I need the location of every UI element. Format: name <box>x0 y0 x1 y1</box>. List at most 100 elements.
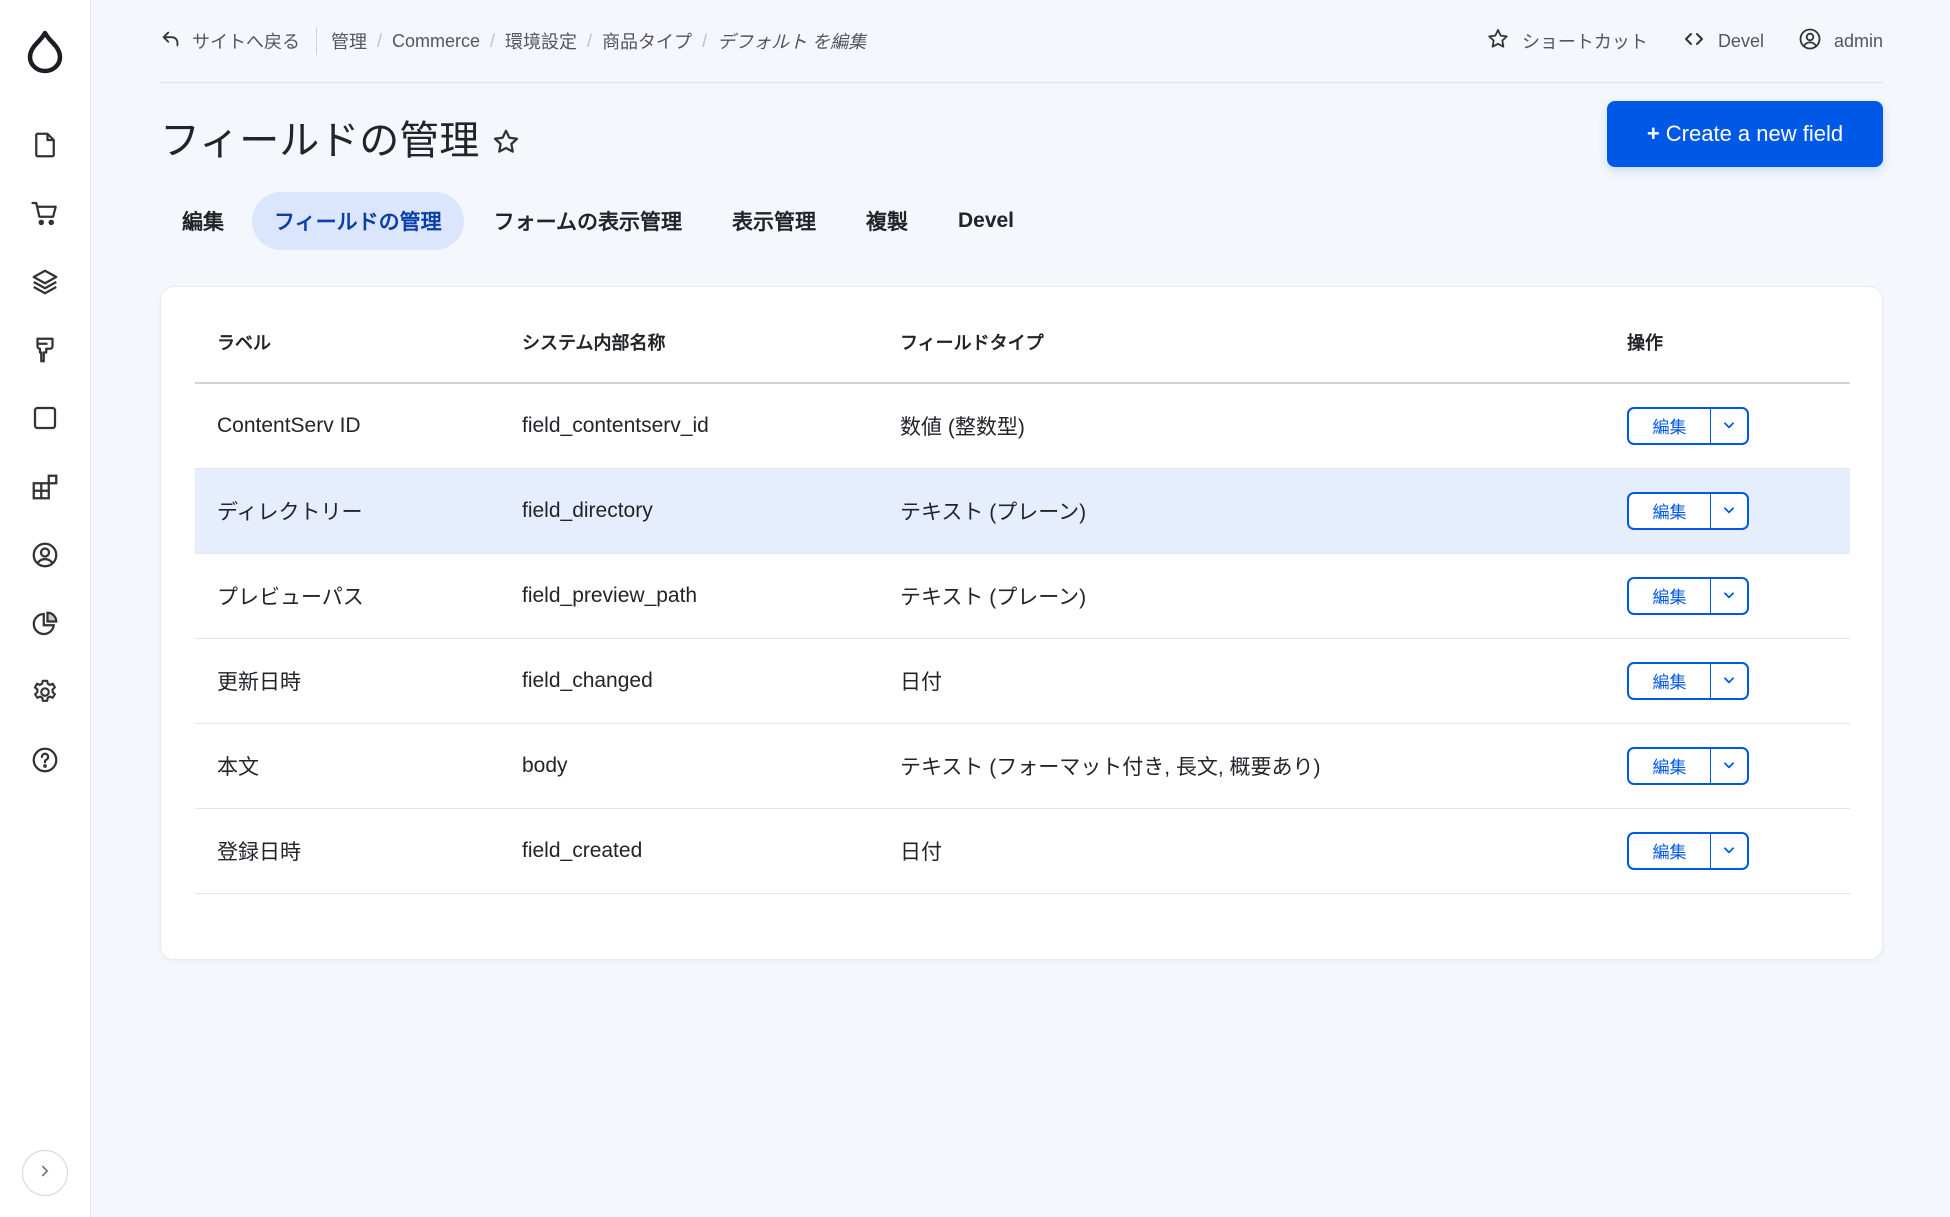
operations-dropbutton: 編集 <box>1627 491 1749 530</box>
plus-icon: + <box>1646 121 1660 146</box>
operations-cell: 編集 <box>1605 638 1850 724</box>
edit-button[interactable]: 編集 <box>1629 833 1711 868</box>
field-label: プレビューパス <box>195 553 500 639</box>
blocks-icon[interactable] <box>28 470 62 504</box>
field-type[interactable]: 日付 <box>878 808 1605 894</box>
add-shortcut-star-icon[interactable] <box>491 122 521 153</box>
page-title-text: フィールドの管理 <box>160 119 480 163</box>
help-icon[interactable] <box>28 743 62 777</box>
tab-manage-fields[interactable]: フィールドの管理 <box>252 192 464 250</box>
operations-cell: 編集 <box>1605 723 1850 809</box>
sidebar-expand-button[interactable] <box>22 1150 68 1196</box>
tab-clone[interactable]: 複製 <box>844 192 930 250</box>
chevron-down-icon <box>1722 499 1736 523</box>
code-icon <box>1682 27 1706 56</box>
cart-icon[interactable] <box>28 196 62 230</box>
field-label: 更新日時 <box>195 638 500 724</box>
operations-cell: 編集 <box>1605 553 1850 639</box>
field-machine-name: field_changed <box>500 638 878 724</box>
tab-devel[interactable]: Devel <box>936 192 1036 250</box>
table-row: ContentServ ID field_contentserv_id 数値 (… <box>195 383 1850 469</box>
pie-chart-icon[interactable] <box>28 607 62 641</box>
tab-manage-display[interactable]: 表示管理 <box>710 192 838 250</box>
user-menu[interactable]: admin <box>1798 27 1883 56</box>
field-type[interactable]: 日付 <box>878 638 1605 724</box>
user-circle-icon[interactable] <box>28 538 62 572</box>
field-label: 登録日時 <box>195 808 500 894</box>
devel-label: Devel <box>1717 30 1764 51</box>
breadcrumb-item[interactable]: 環境設定 <box>505 28 577 54</box>
table-row: 更新日時 field_changed 日付 編集 <box>195 638 1850 724</box>
chevron-down-icon <box>1722 414 1736 438</box>
top-right-menu: ショートカット Devel admin <box>1486 27 1883 56</box>
breadcrumb-current: デフォルト を編集 <box>717 32 867 52</box>
table-header-row: ラベル システム内部名称 フィールドタイプ 操作 <box>195 287 1850 384</box>
header-divider <box>160 82 1883 83</box>
fields-table: ラベル システム内部名称 フィールドタイプ 操作 ContentServ ID … <box>195 287 1850 894</box>
layers-icon[interactable] <box>28 265 62 299</box>
field-type[interactable]: 数値 (整数型) <box>878 383 1605 469</box>
field-label: ディレクトリー <box>195 468 500 554</box>
operations-toggle[interactable] <box>1711 409 1747 443</box>
header-operations: 操作 <box>1605 287 1850 384</box>
field-type[interactable]: テキスト (プレーン) <box>878 553 1605 639</box>
table-row: ディレクトリー field_directory テキスト (プレーン) 編集 <box>195 468 1850 554</box>
edit-button[interactable]: 編集 <box>1629 578 1711 613</box>
create-new-field-button[interactable]: + Create a new field <box>1607 101 1883 167</box>
breadcrumb: 管理 / Commerce / 環境設定 / 商品タイプ / デフォルト を編集 <box>331 28 866 54</box>
breadcrumb-item[interactable]: 商品タイプ <box>602 28 692 54</box>
divider <box>316 27 317 55</box>
devel-link[interactable]: Devel <box>1682 27 1764 56</box>
page-title: フィールドの管理 <box>160 108 521 166</box>
shortcuts-label: ショートカット <box>1521 32 1648 52</box>
edit-button[interactable]: 編集 <box>1629 748 1711 783</box>
breadcrumb-separator: / <box>490 30 496 51</box>
edit-button[interactable]: 編集 <box>1629 493 1711 528</box>
edit-button[interactable]: 編集 <box>1629 408 1711 443</box>
drupal-logo-icon[interactable] <box>27 30 63 74</box>
field-type[interactable]: テキスト (プレーン) <box>878 468 1605 554</box>
breadcrumb-item[interactable]: 管理 <box>331 28 367 54</box>
operations-cell: 編集 <box>1605 468 1850 554</box>
field-machine-name: body <box>500 723 878 809</box>
chevron-down-icon <box>1722 754 1736 778</box>
gear-icon[interactable] <box>28 675 62 709</box>
chevron-down-icon <box>1722 584 1736 608</box>
breadcrumb-item[interactable]: Commerce <box>392 31 480 52</box>
create-new-field-label: Create a new field <box>1665 121 1844 146</box>
star-icon <box>1486 27 1510 56</box>
chevron-right-icon <box>36 1162 54 1185</box>
operations-dropbutton: 編集 <box>1627 576 1749 615</box>
field-type[interactable]: テキスト (フォーマット付き, 長文, 概要あり) <box>878 723 1605 809</box>
shortcuts-link[interactable]: ショートカット <box>1486 27 1648 56</box>
table-row: 登録日時 field_created 日付 編集 <box>195 808 1850 894</box>
field-machine-name: field_directory <box>500 468 878 554</box>
square-icon[interactable] <box>28 401 62 435</box>
brush-icon[interactable] <box>28 333 62 367</box>
operations-toggle[interactable] <box>1711 834 1747 868</box>
edit-button[interactable]: 編集 <box>1629 663 1711 698</box>
operations-dropbutton: 編集 <box>1627 661 1749 700</box>
back-arrow-icon <box>160 28 182 55</box>
operations-dropbutton: 編集 <box>1627 831 1749 870</box>
header-machine-name: システム内部名称 <box>500 287 878 384</box>
file-icon[interactable] <box>28 128 62 162</box>
back-label: サイトへ戻る <box>192 32 300 52</box>
operations-toggle[interactable] <box>1711 579 1747 613</box>
fields-card: ラベル システム内部名称 フィールドタイプ 操作 ContentServ ID … <box>160 286 1883 960</box>
operations-cell: 編集 <box>1605 383 1850 469</box>
tab-manage-form-display[interactable]: フォームの表示管理 <box>472 192 704 250</box>
operations-toggle[interactable] <box>1711 749 1747 783</box>
operations-toggle[interactable] <box>1711 664 1747 698</box>
chevron-down-icon <box>1722 669 1736 693</box>
breadcrumb-separator: / <box>587 30 593 51</box>
breadcrumb-separator: / <box>377 30 383 51</box>
field-machine-name: field_created <box>500 808 878 894</box>
tab-edit[interactable]: 編集 <box>160 192 246 250</box>
operations-toggle[interactable] <box>1711 494 1747 528</box>
sidebar <box>0 0 91 1217</box>
operations-dropbutton: 編集 <box>1627 746 1749 785</box>
table-row: 本文 body テキスト (フォーマット付き, 長文, 概要あり) 編集 <box>195 723 1850 809</box>
back-to-site-link[interactable]: サイトへ戻る <box>160 28 300 55</box>
tabs: 編集 フィールドの管理 フォームの表示管理 表示管理 複製 Devel <box>160 192 1042 250</box>
